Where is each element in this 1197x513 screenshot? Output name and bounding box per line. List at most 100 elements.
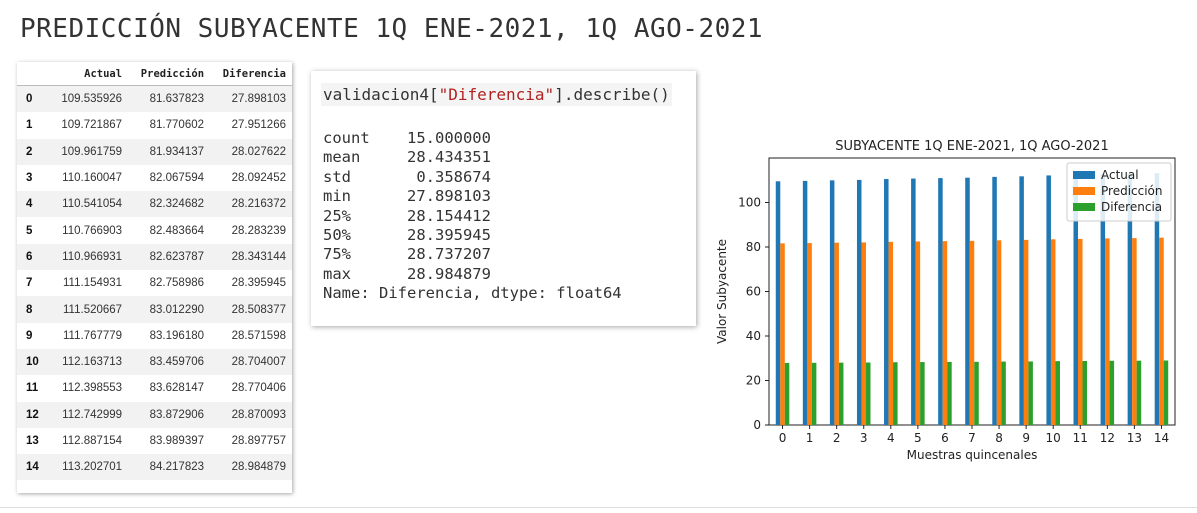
code-input[interactable]: validacion4["Diferencia"].describe() <box>321 83 672 106</box>
table-cell: 28.216372 <box>231 198 286 211</box>
output-line: Name: Diferencia, dtype: float64 <box>323 284 622 303</box>
table-cell: 81.770602 <box>149 119 205 132</box>
table-cell: 110.966931 <box>62 250 123 263</box>
table-cell: 28.704007 <box>231 356 286 369</box>
column-header: Actual <box>48 62 129 86</box>
bar-prediccin-8 <box>996 240 1002 425</box>
y-tick-label: 60 <box>746 285 761 299</box>
bar-prediccin-7 <box>969 240 975 425</box>
legend-swatch-2 <box>1073 203 1095 211</box>
legend-swatch-0 <box>1073 171 1095 179</box>
bar-prediccin-0 <box>780 243 785 425</box>
bar-diferencia-3 <box>865 362 871 425</box>
bar-diferencia-5 <box>920 362 925 425</box>
bar-prediccin-14 <box>1159 237 1164 425</box>
table-cell: 109.535926 <box>61 93 123 106</box>
column-header: Diferencia <box>210 62 292 86</box>
table-row: 8 111.520667 83.012290 28.508377 <box>17 296 292 323</box>
table-cell: 28.283239 <box>231 224 286 237</box>
table-cell: 28.395945 <box>231 277 286 290</box>
table-row: 5 110.766903 82.483664 28.283239 <box>17 217 292 243</box>
x-tick-label: 7 <box>968 431 976 445</box>
bar-actual-0 <box>775 181 781 425</box>
table-cell: 28.897757 <box>231 435 286 447</box>
x-tick-label: 3 <box>860 431 868 445</box>
bar-diferencia-0 <box>784 362 790 425</box>
table-cell: 82.758986 <box>149 277 205 290</box>
table-cell: 81.637823 <box>149 93 205 106</box>
page-title: PREDICCIÓN SUBYACENTE 1Q ENE-2021, 1Q AG… <box>20 14 764 44</box>
row-index: 13 <box>26 435 39 447</box>
x-tick-label: 4 <box>887 431 895 445</box>
output-line: 50% 28.395945 <box>323 226 491 245</box>
table-header-row: Actual Predicción Diferencia <box>17 62 292 86</box>
table-cell: 110.541054 <box>62 198 123 211</box>
bar-diferencia-6 <box>947 361 952 425</box>
row-index: 12 <box>26 408 39 421</box>
table-cell: 28.092452 <box>231 172 286 185</box>
table-row: 9 111.767779 83.196180 28.571598 <box>17 323 292 349</box>
row-index: 14 <box>26 461 39 474</box>
table-cell: 83.628147 <box>149 382 205 395</box>
output-line: count 15.000000 <box>323 129 491 147</box>
x-tick-label: 1 <box>806 431 814 445</box>
table-row: 6 110.966931 82.623787 28.343144 <box>17 243 292 271</box>
y-tick-label: 40 <box>746 329 761 343</box>
table-cell: 82.324682 <box>149 198 205 211</box>
divider <box>0 507 1197 508</box>
table-cell: 81.934137 <box>149 145 205 158</box>
row-index: 4 <box>26 198 33 211</box>
bar-diferencia-7 <box>974 361 979 425</box>
table-cell: 82.623787 <box>149 250 205 263</box>
bar-diferencia-4 <box>893 362 898 425</box>
table-cell: 83.989397 <box>149 435 205 447</box>
bar-prediccin-6 <box>942 241 948 425</box>
bar-diferencia-14 <box>1163 360 1169 425</box>
row-index: 5 <box>26 224 33 237</box>
bar-actual-10 <box>1046 175 1051 425</box>
row-index: 1 <box>26 119 33 132</box>
table-row: 13 112.887154 83.989397 28.897757 <box>17 428 292 454</box>
bar-diferencia-11 <box>1082 360 1088 425</box>
table-row: 3 110.160047 82.067594 28.092452 <box>17 165 292 191</box>
table-cell: 27.951266 <box>231 119 286 132</box>
bar-actual-9 <box>1019 176 1024 425</box>
bar-diferencia-12 <box>1109 360 1115 425</box>
x-tick-label: 6 <box>941 431 949 445</box>
table-cell: 28.343144 <box>231 250 286 263</box>
y-tick-label: 20 <box>746 374 761 388</box>
output-line: 75% 28.737207 <box>323 245 491 264</box>
table-cell: 83.012290 <box>149 303 205 316</box>
row-index: 2 <box>26 145 33 158</box>
table-row: 7 111.154931 82.758986 28.395945 <box>17 270 292 296</box>
code-cell: validacion4["Diferencia"].describe() cou… <box>311 71 696 326</box>
bar-actual-2 <box>829 180 835 425</box>
x-tick-label: 12 <box>1100 431 1115 445</box>
table-cell: 112.887154 <box>62 435 123 447</box>
output-line: max 28.984879 <box>323 264 491 283</box>
bar-actual-1 <box>802 180 808 425</box>
column-header: Predicción <box>128 62 211 86</box>
x-tick-label: 14 <box>1154 431 1169 445</box>
table-cell: 28.508377 <box>231 303 286 316</box>
table-cell: 111.520667 <box>63 303 123 316</box>
bar-diferencia-2 <box>838 362 844 425</box>
y-axis-label: Valor Subyacente <box>715 239 729 344</box>
bar-diferencia-10 <box>1055 361 1060 425</box>
table-cell: 112.163713 <box>62 356 123 369</box>
bar-actual-8 <box>992 176 997 425</box>
x-tick-label: 10 <box>1046 431 1061 445</box>
table-row: 14 113.202701 84.217823 28.984879 <box>17 454 292 481</box>
table-cell: 112.742999 <box>62 408 123 421</box>
code-suffix: ].describe() <box>554 85 670 104</box>
table-cell: 83.196180 <box>149 329 205 342</box>
row-index: 8 <box>26 303 33 316</box>
output-line: 25% 28.154412 <box>323 206 491 225</box>
legend-swatch-1 <box>1073 187 1095 195</box>
bar-diferencia-13 <box>1136 360 1142 425</box>
x-tick-label: 0 <box>779 431 787 445</box>
table-cell: 28.770406 <box>231 382 286 395</box>
bar-diferencia-8 <box>1001 361 1006 425</box>
row-index: 9 <box>26 329 33 342</box>
table-row: 10 112.163713 83.459706 28.704007 <box>17 348 292 376</box>
